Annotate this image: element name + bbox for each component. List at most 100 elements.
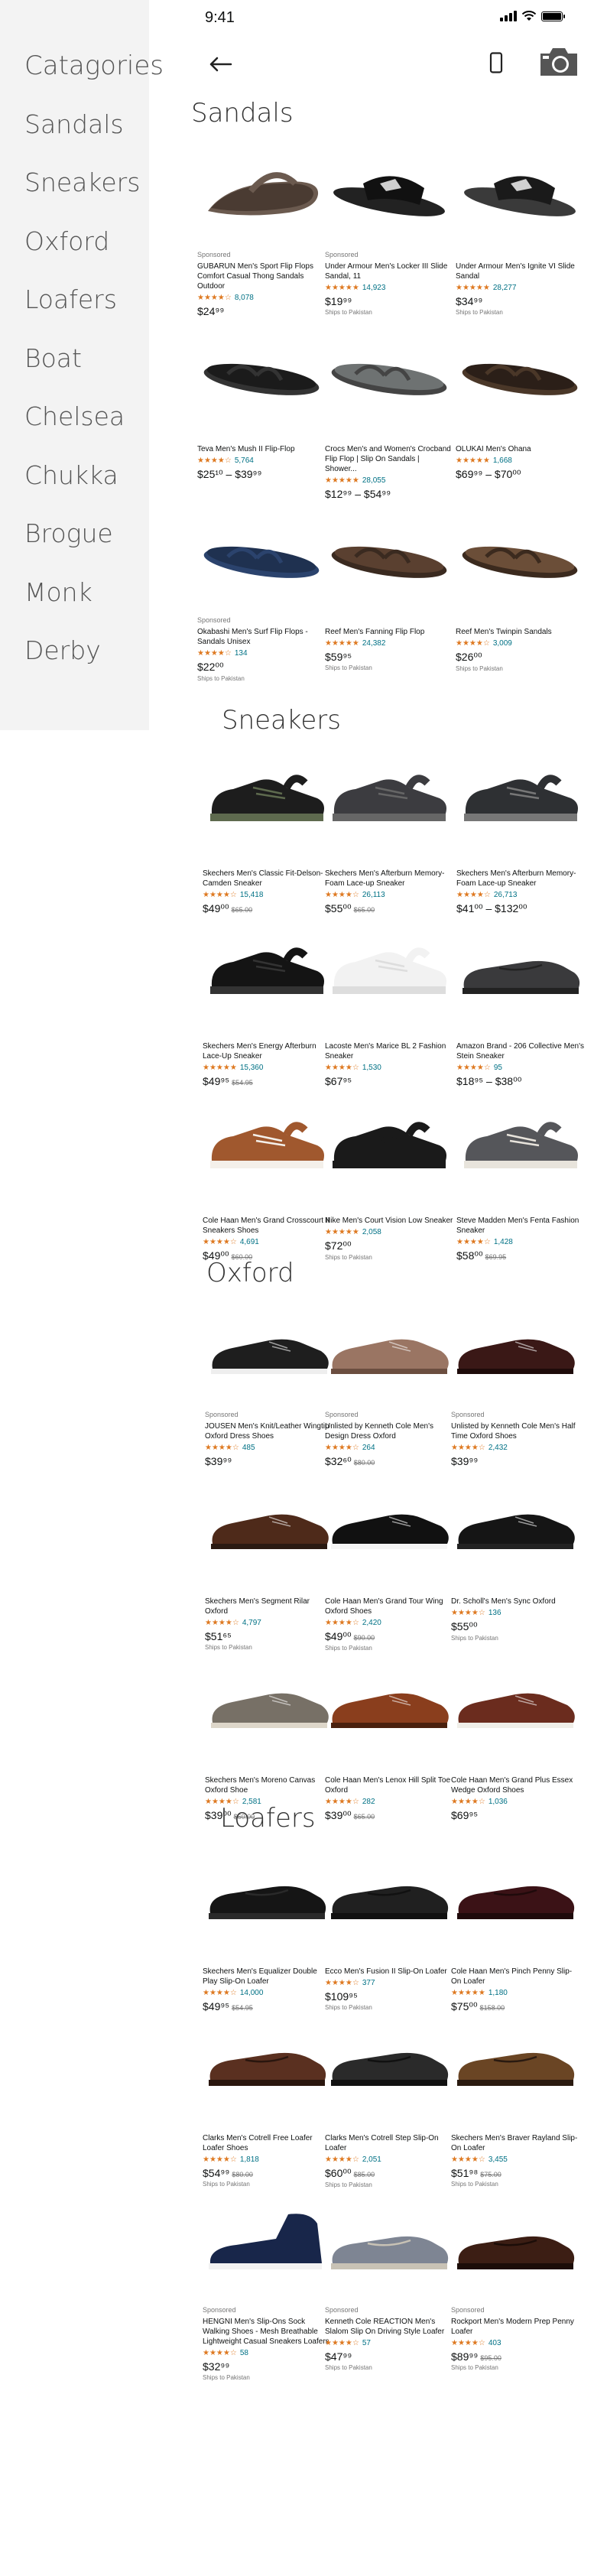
review-count[interactable]: 2,051 <box>362 2155 381 2164</box>
product-title[interactable]: Teva Men's Mush II Flip-Flop <box>197 444 326 454</box>
product-image[interactable] <box>325 918 453 1025</box>
product-title[interactable]: Nike Men's Court Vision Low Sneaker <box>325 1216 453 1226</box>
product-card[interactable]: Sponsored JOUSEN Men's Knit/Leather Wing… <box>205 1298 333 1469</box>
product-rating[interactable]: ★★★★☆ 2,432 <box>451 1444 579 1452</box>
product-image[interactable] <box>197 138 326 245</box>
product-rating[interactable]: ★★★★☆ 3,455 <box>451 2155 579 2164</box>
product-title[interactable]: Cole Haan Men's Lenox Hill Split Toe Oxf… <box>325 1775 453 1795</box>
product-image[interactable] <box>451 1652 579 1759</box>
product-image[interactable] <box>451 2193 579 2300</box>
product-card[interactable]: Skechers Men's Afterburn Memory-Foam Lac… <box>325 745 453 917</box>
product-title[interactable]: Reef Men's Fanning Flip Flop <box>325 627 453 637</box>
product-card[interactable]: Ecco Men's Fusion II Slip-On Loafer ★★★★… <box>325 1843 453 2011</box>
product-image[interactable] <box>205 1652 333 1759</box>
product-title[interactable]: GUBARUN Men's Sport Flip Flops Comfort C… <box>197 261 326 291</box>
product-card[interactable]: Sponsored Unlisted by Kenneth Cole Men's… <box>451 1298 579 1469</box>
product-card[interactable]: Amazon Brand - 206 Collective Men's Stei… <box>456 918 585 1090</box>
product-image[interactable] <box>325 138 453 245</box>
product-image[interactable] <box>203 1092 331 1199</box>
product-title[interactable]: Under Armour Men's Ignite VI Slide Sanda… <box>456 261 584 281</box>
product-title[interactable]: Okabashi Men's Surf Flip Flops - Sandals… <box>197 627 326 647</box>
product-image[interactable] <box>325 1092 453 1199</box>
product-title[interactable]: Kenneth Cole REACTION Men's Slalom Slip … <box>325 2317 453 2337</box>
product-title[interactable]: Skechers Men's Classic Fit-Delson-Camden… <box>203 869 331 888</box>
product-image[interactable] <box>203 2009 331 2116</box>
product-title[interactable]: Dr. Scholl's Men's Sync Oxford <box>451 1597 579 1606</box>
sidebar-item-loafers[interactable]: Loafers <box>0 281 149 340</box>
review-count[interactable]: 58 <box>240 2349 248 2357</box>
review-count[interactable]: 1,818 <box>240 2155 259 2164</box>
product-title[interactable]: Skechers Men's Energy Afterburn Lace-Up … <box>203 1041 331 1061</box>
product-card[interactable]: Skechers Men's Braver Rayland Slip-On Lo… <box>451 2009 579 2188</box>
product-title[interactable]: Rockport Men's Modern Prep Penny Loafer <box>451 2317 579 2337</box>
product-card[interactable]: Sponsored Under Armour Men's Locker III … <box>325 138 453 316</box>
product-card[interactable]: Clarks Men's Cotrell Step Slip-On Loafer… <box>325 2009 453 2188</box>
review-count[interactable]: 264 <box>362 1444 375 1452</box>
review-count[interactable]: 5,764 <box>235 456 254 465</box>
product-card[interactable]: Cole Haan Men's Grand Crosscourt II Snea… <box>203 1092 331 1264</box>
sidebar-item-chelsea[interactable]: Chelsea <box>0 398 149 457</box>
camera-icon[interactable] <box>537 46 580 78</box>
product-rating[interactable]: ★★★★☆ 403 <box>451 2339 579 2347</box>
product-rating[interactable]: ★★★★☆ 136 <box>451 1609 579 1617</box>
product-rating[interactable]: ★★★★★ 15,360 <box>203 1064 331 1072</box>
product-image[interactable] <box>456 503 584 610</box>
product-card[interactable]: Sponsored Kenneth Cole REACTION Men's Sl… <box>325 2193 453 2371</box>
product-rating[interactable]: ★★★★☆ 4,797 <box>205 1619 333 1627</box>
product-image[interactable] <box>203 745 331 852</box>
product-rating[interactable]: ★★★★☆ 1,428 <box>456 1238 585 1246</box>
review-count[interactable]: 1,530 <box>362 1064 381 1072</box>
product-rating[interactable]: ★★★★☆ 26,113 <box>325 891 453 899</box>
product-card[interactable]: Sponsored Rockport Men's Modern Prep Pen… <box>451 2193 579 2371</box>
sidebar-item-sandals[interactable]: Sandals <box>0 106 149 165</box>
product-title[interactable]: Steve Madden Men's Fenta Fashion Sneaker <box>456 1216 585 1236</box>
product-title[interactable]: Clarks Men's Cotrell Step Slip-On Loafer <box>325 2133 453 2153</box>
product-title[interactable]: Crocs Men's and Women's Crocband Flip Fl… <box>325 444 453 474</box>
product-card[interactable]: Sponsored GUBARUN Men's Sport Flip Flops… <box>197 138 326 319</box>
review-count[interactable]: 24,382 <box>362 639 386 648</box>
review-count[interactable]: 2,432 <box>489 1444 508 1452</box>
review-count[interactable]: 403 <box>489 2339 501 2347</box>
product-image[interactable] <box>456 745 585 852</box>
phone-icon[interactable] <box>489 52 503 73</box>
product-rating[interactable]: ★★★★☆ 1,818 <box>203 2155 331 2164</box>
product-image[interactable] <box>325 1473 453 1580</box>
product-image[interactable] <box>451 1298 579 1405</box>
product-rating[interactable]: ★★★★☆ 282 <box>325 1798 453 1806</box>
product-title[interactable]: Skechers Men's Afterburn Memory-Foam Lac… <box>325 869 453 888</box>
product-rating[interactable]: ★★★★☆ 3,009 <box>456 639 584 648</box>
product-image[interactable] <box>203 1843 331 1950</box>
review-count[interactable]: 485 <box>242 1444 255 1452</box>
product-rating[interactable]: ★★★★☆ 485 <box>205 1444 333 1452</box>
product-image[interactable] <box>203 918 331 1025</box>
product-rating[interactable]: ★★★★☆ 4,691 <box>203 1238 331 1246</box>
sidebar-item-brogue[interactable]: Brogue <box>0 515 149 574</box>
product-image[interactable] <box>451 2009 579 2116</box>
product-rating[interactable]: ★★★★☆ 264 <box>325 1444 453 1452</box>
product-title[interactable]: Reef Men's Twinpin Sandals <box>456 627 584 637</box>
product-card[interactable]: Clarks Men's Cotrell Free Loafer Loafer … <box>203 2009 331 2188</box>
product-image[interactable] <box>456 138 584 245</box>
sidebar-item-sneakers[interactable]: Sneakers <box>0 164 149 223</box>
product-card[interactable]: Dr. Scholl's Men's Sync Oxford ★★★★☆ 136 … <box>451 1473 579 1642</box>
product-image[interactable] <box>451 1473 579 1580</box>
product-card[interactable]: Cole Haan Men's Grand Tour Wing Oxford S… <box>325 1473 453 1652</box>
product-rating[interactable]: ★★★★★ 28,277 <box>456 284 584 292</box>
product-title[interactable]: OLUKAI Men's Ohana <box>456 444 584 454</box>
product-image[interactable] <box>456 1092 585 1199</box>
product-card[interactable]: Reef Men's Fanning Flip Flop ★★★★★ 24,382… <box>325 503 453 671</box>
review-count[interactable]: 1,180 <box>489 1989 508 1997</box>
review-count[interactable]: 2,058 <box>362 1228 381 1236</box>
product-rating[interactable]: ★★★★☆ 134 <box>197 649 326 658</box>
product-image[interactable] <box>197 503 326 610</box>
product-rating[interactable]: ★★★★★ 1,668 <box>456 456 584 465</box>
product-title[interactable]: Skechers Men's Braver Rayland Slip-On Lo… <box>451 2133 579 2153</box>
product-card[interactable]: Cole Haan Men's Pinch Penny Slip-On Loaf… <box>451 1843 579 2015</box>
review-count[interactable]: 15,418 <box>240 891 264 899</box>
product-title[interactable]: Clarks Men's Cotrell Free Loafer Loafer … <box>203 2133 331 2153</box>
back-arrow-icon[interactable] <box>205 49 235 80</box>
product-title[interactable]: Under Armour Men's Locker III Slide Sand… <box>325 261 453 281</box>
product-card[interactable]: OLUKAI Men's Ohana ★★★★★ 1,668 $69⁹⁹ – $7… <box>456 320 584 482</box>
product-card[interactable]: Skechers Men's Afterburn Memory-Foam Lac… <box>456 745 585 917</box>
product-rating[interactable]: ★★★★★ 14,923 <box>325 284 453 292</box>
